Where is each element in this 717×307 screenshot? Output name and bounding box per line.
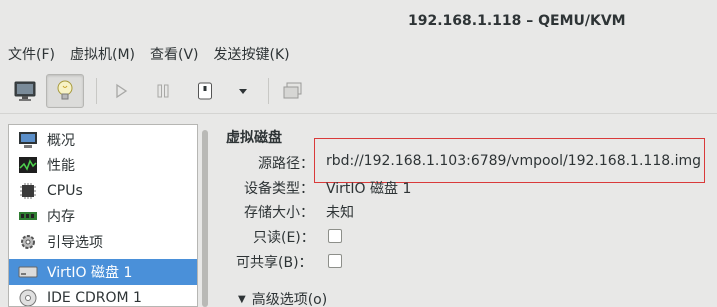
scrollbar-thumb[interactable] — [202, 130, 208, 307]
sidebar-item-label: IDE CDROM 1 — [47, 289, 142, 306]
sidebar-item-cpus[interactable]: CPUs — [9, 178, 197, 204]
run-button[interactable] — [102, 74, 140, 108]
fullscreen-button[interactable] — [274, 74, 312, 108]
sidebar-item-label: VirtIO 磁盘 1 — [47, 264, 133, 281]
shareable-label: 可共享(B)： — [236, 255, 313, 271]
monitor-icon — [14, 81, 36, 101]
sidebar-item-performance[interactable]: 性能 — [9, 153, 197, 179]
pause-icon — [157, 84, 169, 98]
lightbulb-icon — [57, 80, 73, 100]
hardware-list: 概况 性能 CPUs 内存 引导选项 VirtIO 磁盘 1 IDE CDROM… — [8, 124, 198, 307]
sidebar-item-boot-options[interactable]: 引导选项 — [9, 229, 197, 255]
shareable-checkbox[interactable] — [328, 254, 342, 268]
shutdown-menu-button[interactable] — [224, 74, 262, 108]
storage-size-value: 未知 — [326, 205, 354, 221]
fullscreen-icon — [283, 82, 302, 99]
power-icon — [198, 82, 212, 100]
menu-view[interactable]: 查看(V) — [142, 44, 206, 64]
hard-disk-icon — [17, 262, 39, 282]
pause-button[interactable] — [144, 74, 182, 108]
advanced-options-expander[interactable]: ▼ 高级选项(o) — [238, 289, 327, 307]
expander-triangle-icon: ▼ — [238, 293, 246, 305]
sidebar-item-ide-cdrom[interactable]: IDE CDROM 1 — [9, 285, 197, 306]
sidebar-item-label: 引导选项 — [47, 234, 103, 251]
play-icon — [116, 83, 128, 99]
toolbar-separator — [96, 78, 97, 104]
overview-monitor-icon — [17, 130, 39, 150]
details-button[interactable] — [46, 74, 84, 108]
sidebar-item-label: CPUs — [47, 182, 83, 199]
readonly-label: 只读(E)： — [253, 230, 315, 246]
source-path-value: rbd://192.168.1.103:6789/vmpool/192.168.… — [326, 153, 701, 169]
sidebar-item-label: 性能 — [47, 158, 75, 175]
console-button[interactable] — [6, 74, 44, 108]
boot-gear-icon — [17, 232, 39, 252]
memory-module-icon — [17, 206, 39, 226]
cpu-chip-icon — [17, 181, 39, 201]
menu-send-key[interactable]: 发送按键(K) — [206, 44, 297, 64]
menubar: 文件(F) 虚拟机(M) 查看(V) 发送按键(K) — [0, 42, 717, 66]
sidebar-item-memory[interactable]: 内存 — [9, 204, 197, 230]
toolbar — [0, 66, 717, 114]
window-title: 192.168.1.118 – QEMU/KVM — [408, 13, 626, 29]
detail-scrollbar[interactable] — [201, 124, 209, 307]
virtual-disk-heading: 虚拟磁盘 — [226, 130, 282, 146]
device-type-value: VirtIO 磁盘 1 — [326, 181, 412, 197]
toolbar-separator — [268, 78, 269, 104]
device-type-label: 设备类型： — [244, 181, 314, 197]
readonly-checkbox[interactable] — [328, 229, 342, 243]
advanced-options-label: 高级选项(o) — [251, 292, 328, 307]
storage-size-label: 存储大小： — [244, 205, 314, 221]
sidebar-item-label: 概况 — [47, 132, 75, 149]
shutdown-button[interactable] — [186, 74, 224, 108]
dropdown-arrow-icon — [239, 89, 247, 94]
sidebar-item-overview[interactable]: 概况 — [9, 127, 197, 153]
menu-file[interactable]: 文件(F) — [0, 44, 62, 64]
window-titlebar: 192.168.1.118 – QEMU/KVM — [0, 0, 717, 42]
menu-virtual-machine[interactable]: 虚拟机(M) — [62, 44, 142, 64]
cdrom-icon — [17, 288, 39, 306]
sidebar-item-virtio-disk[interactable]: VirtIO 磁盘 1 — [9, 259, 197, 285]
sidebar-item-label: 内存 — [47, 209, 75, 226]
source-path-label: 源路径： — [258, 156, 314, 172]
performance-chart-icon — [17, 155, 39, 175]
